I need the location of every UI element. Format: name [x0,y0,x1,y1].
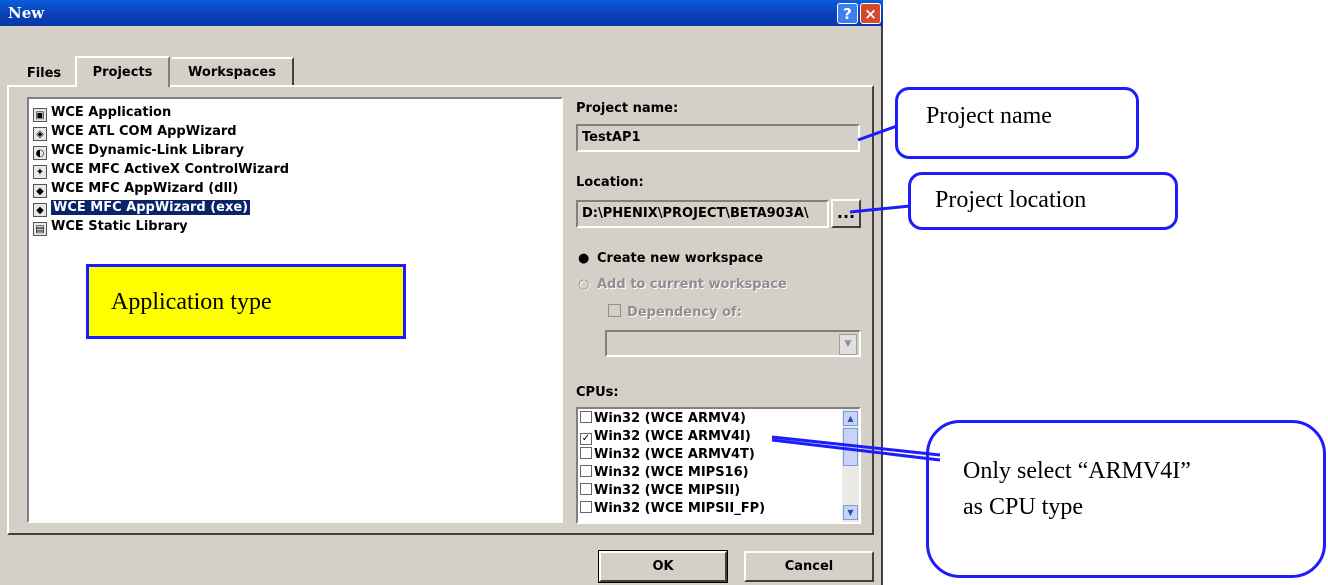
cpu-callout-line1: Only select “ARMV4I” [963,458,1191,484]
list-item[interactable]: ✦ WCE MFC ActiveX ControlWizard [33,161,289,179]
list-item[interactable]: ◐ WCE Dynamic-Link Library [33,142,244,160]
cpu-item[interactable]: Win32 (WCE ARMV4T) [580,446,755,464]
checkbox-icon[interactable] [580,411,592,423]
list-item-selected[interactable]: ◆ WCE MFC AppWizard (exe) [33,199,251,217]
app-icon: ▣ [33,108,47,122]
cpu-item[interactable]: Win32 (WCE ARMV4) [580,410,746,428]
cpu-item[interactable]: Win32 (WCE MIPS16) [580,464,749,482]
title-bar: New ? × [0,0,883,26]
cpu-type-callout: Only select “ARMV4I” as CPU type [926,420,1326,578]
list-item[interactable]: ▤ WCE Static Library [33,218,188,236]
dependency-combo[interactable]: ▼ [605,330,861,357]
browse-button[interactable]: ... [831,199,861,228]
radio-empty-icon: ○ [578,277,590,292]
project-name-label: Project name: [576,101,679,116]
list-item[interactable]: ◈ WCE ATL COM AppWizard [33,123,237,141]
cancel-button[interactable]: Cancel [744,551,874,582]
window-title: New [8,4,45,22]
scroll-thumb[interactable] [843,428,858,466]
scroll-up-icon[interactable]: ▲ [843,411,858,426]
tab-files[interactable]: Files [15,60,73,85]
radio-selected-icon: ● [578,251,590,266]
checkbox-icon[interactable] [580,501,592,513]
project-name-callout: Project name [895,87,1139,159]
checkbox-checked-icon[interactable]: ✓ [580,433,592,445]
mfc-exe-icon: ◆ [33,203,47,217]
help-button[interactable]: ? [837,3,858,24]
lib-icon: ▤ [33,222,47,236]
checkbox-icon [608,304,621,317]
mfc-dll-icon: ◆ [33,184,47,198]
create-new-workspace-radio[interactable]: ● Create new workspace [578,251,763,266]
project-name-field[interactable]: TestAP1 [576,124,860,152]
tab-workspaces[interactable]: Workspaces [172,57,294,85]
cpu-item-armv4i[interactable]: ✓ Win32 (WCE ARMV4I) [580,428,751,446]
ok-button[interactable]: OK [598,550,728,583]
list-item[interactable]: ◆ WCE MFC AppWizard (dll) [33,180,238,198]
cpu-item[interactable]: Win32 (WCE MIPSII_FP) [580,500,765,518]
atl-icon: ◈ [33,127,47,141]
tab-projects[interactable]: Projects [75,56,170,87]
cpu-callout-line2: as CPU type [963,494,1083,520]
cpu-scrollbar[interactable]: ▲ ▼ [842,409,859,522]
cpus-label: CPUs: [576,385,619,400]
checkbox-icon[interactable] [580,483,592,495]
chevron-down-icon[interactable]: ▼ [839,334,857,355]
dll-icon: ◐ [33,146,47,160]
scroll-down-icon[interactable]: ▼ [843,505,858,520]
location-label: Location: [576,175,644,190]
application-type-callout: Application type [86,264,406,339]
checkbox-icon[interactable] [580,447,592,459]
close-button[interactable]: × [860,3,881,24]
checkbox-icon[interactable] [580,465,592,477]
project-location-callout: Project location [908,172,1178,230]
dependency-checkbox[interactable]: Dependency of: [608,304,742,320]
cpu-item[interactable]: Win32 (WCE MIPSII) [580,482,740,500]
cpu-list[interactable]: Win32 (WCE ARMV4) ✓ Win32 (WCE ARMV4I) Wi… [576,407,861,524]
add-to-workspace-radio[interactable]: ○ Add to current workspace [578,277,787,292]
activex-icon: ✦ [33,165,47,179]
list-item[interactable]: ▣ WCE Application [33,104,171,122]
location-field[interactable]: D:\PHENIX\PROJECT\BETA903A\ [576,200,829,228]
